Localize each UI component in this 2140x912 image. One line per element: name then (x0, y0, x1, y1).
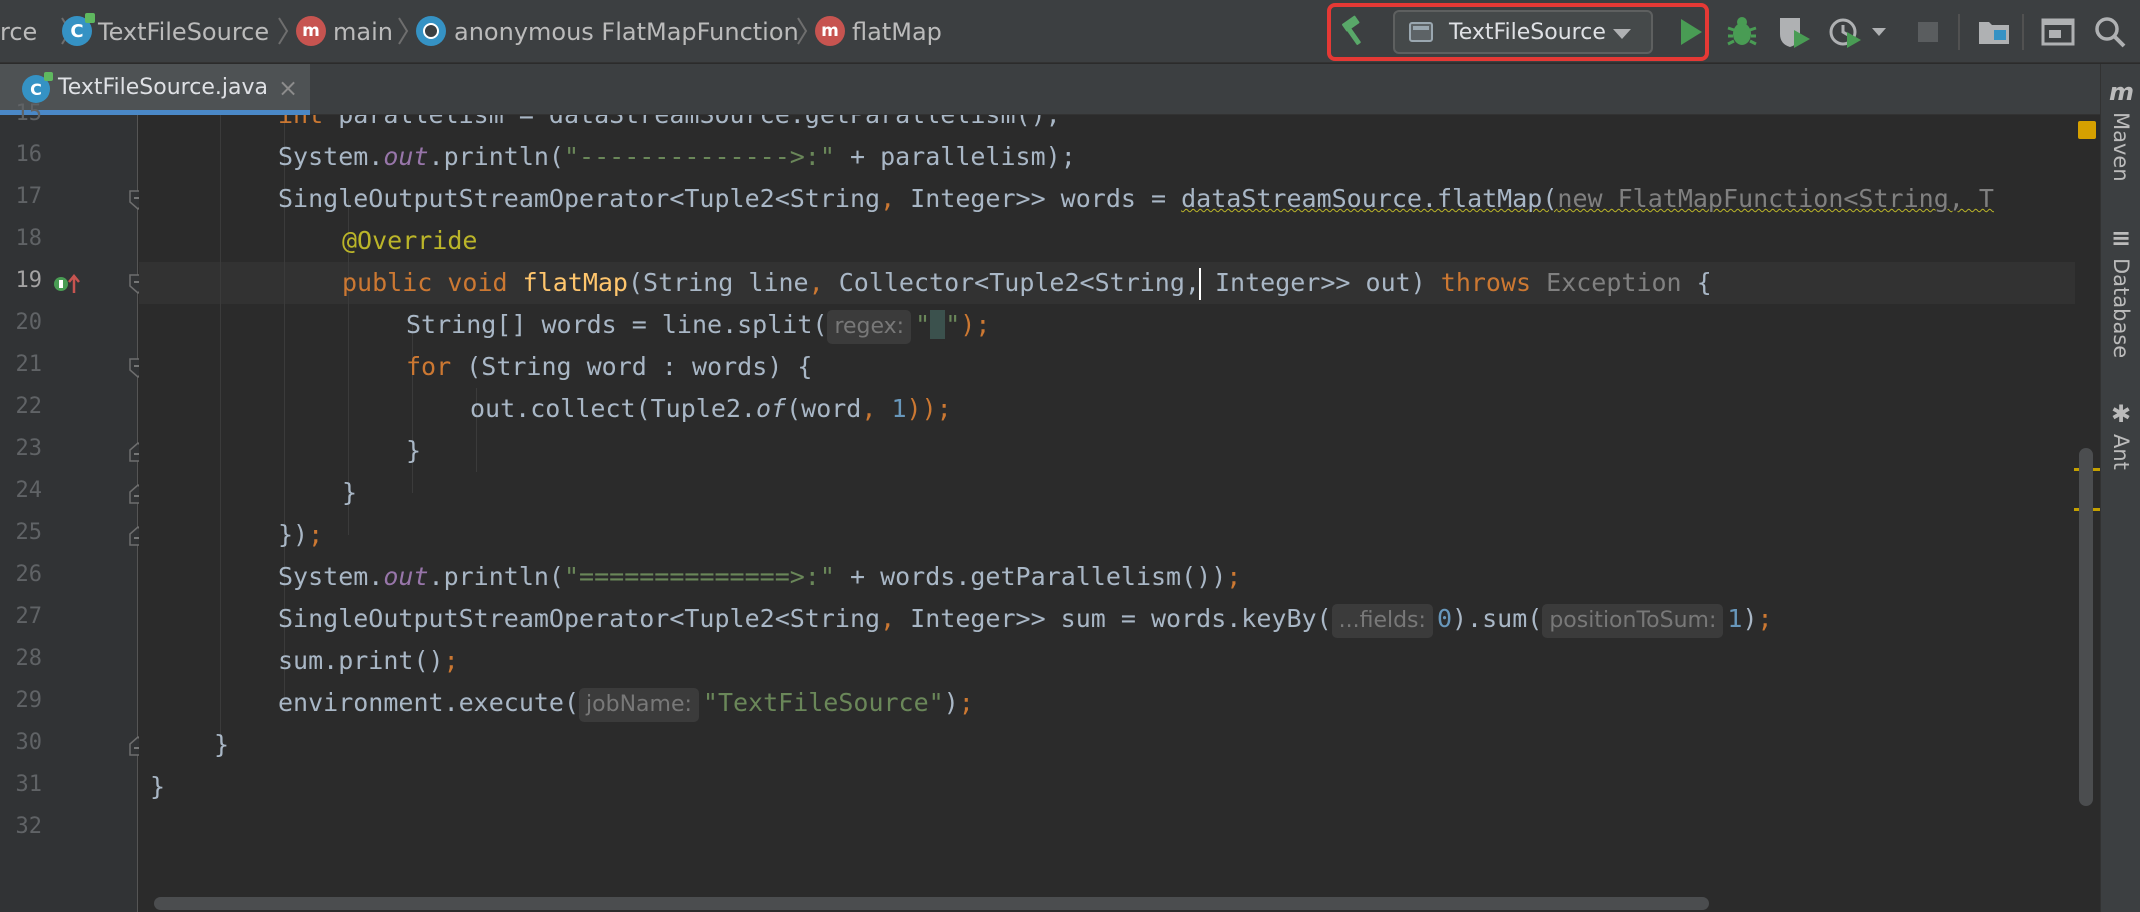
code-line-16: System.out.println("-------------->:" + … (278, 142, 1076, 171)
line-number: 26 (15, 562, 43, 587)
tab-label: TextFileSource.java (58, 75, 268, 100)
line-number: 23 (15, 436, 43, 461)
search-icon[interactable] (2092, 14, 2128, 50)
code-line-25: }); (278, 520, 324, 549)
code-line-22: out.collect(Tuple2.of(word, 1)); (470, 394, 952, 423)
chevron-right-icon (278, 17, 289, 45)
code-line-30: } (214, 730, 230, 759)
line-number: 24 (15, 478, 43, 503)
ant-icon: ✱ (2110, 400, 2132, 428)
breadcrumb-item-package[interactable]: rce (0, 0, 37, 63)
debug-icon[interactable] (1724, 14, 1760, 50)
breadcrumb-item-method-flatmap[interactable]: flatMap (852, 0, 942, 63)
horizontal-scrollbar-thumb[interactable] (154, 897, 1709, 910)
chevron-right-icon (398, 17, 409, 45)
line-number: 30 (15, 730, 43, 755)
code-line-29: environment.execute(jobName: "TextFileSou… (278, 682, 974, 724)
code-line-21: for (String word : words) { (406, 352, 813, 381)
right-tool-strip: m Maven ≡ Database ✱ Ant (2100, 64, 2140, 912)
profile-icon[interactable] (1828, 14, 1864, 50)
run-icon[interactable] (1672, 14, 1708, 50)
code-line-28: sum.print(); (278, 646, 459, 675)
parameter-hint: positionToSum: (1542, 604, 1724, 638)
line-number: 19 (15, 268, 43, 293)
code-line-24: } (342, 478, 358, 507)
coverage-icon[interactable] (1776, 14, 1812, 50)
code-line-19: public void flatMap(String line, Collect… (342, 262, 1712, 304)
parameter-hint: regex: (827, 310, 912, 344)
line-number: 20 (15, 310, 43, 335)
tool-window-label: Database (2109, 258, 2133, 359)
code-line-27: SingleOutputStreamOperator<Tuple2<String… (278, 598, 1773, 640)
parameter-hint: jobName: (579, 688, 699, 722)
code-editor[interactable]: int parallelism = dataStreamSource.getPa… (139, 115, 2075, 893)
implements-method-icon[interactable] (52, 271, 82, 297)
line-number: 27 (15, 604, 43, 629)
line-number: 16 (15, 142, 43, 167)
line-number: 21 (15, 352, 43, 377)
line-number: 31 (15, 772, 43, 797)
database-icon: ≡ (2110, 224, 2132, 252)
project-structure-icon[interactable] (1976, 14, 2012, 50)
run-configuration-select[interactable]: TextFileSource (1393, 10, 1653, 54)
tool-window-label: Maven (2109, 112, 2133, 182)
editor-tab-bar: C TextFileSource.java × (0, 64, 2100, 115)
vertical-scrollbar-thumb[interactable] (2079, 448, 2093, 806)
code-line-15: int parallelism = dataStreamSource.getPa… (278, 115, 1061, 136)
tab-textfilesource-java[interactable]: C TextFileSource.java × (0, 64, 310, 115)
toolbar-divider (1958, 14, 1960, 50)
stop-icon[interactable] (1910, 14, 1946, 50)
code-line-17: SingleOutputStreamOperator<Tuple2<String… (278, 184, 1994, 213)
line-number: 29 (15, 688, 43, 713)
code-line-26: System.out.println("==============>:" + … (278, 562, 1242, 591)
navigation-bar: rce C TextFileSource m main anonymous Fl… (0, 0, 2140, 63)
code-line-31: } (150, 772, 166, 801)
chevron-down-icon[interactable] (1870, 14, 1888, 50)
run-configuration-label: TextFileSource (1449, 20, 1606, 45)
line-number: 15 (15, 101, 43, 126)
breadcrumb-item-anonymous-class[interactable]: anonymous FlatMapFunction (454, 0, 799, 63)
class-icon: C (22, 72, 53, 103)
method-icon: m (296, 16, 326, 46)
application-config-icon (1409, 22, 1433, 42)
code-line-20: String[] words = line.split(regex: " "); (406, 304, 990, 346)
line-number: 32 (15, 814, 43, 839)
indent-guide (220, 115, 221, 745)
toolbar-divider (2022, 14, 2024, 50)
anonymous-class-icon (416, 16, 446, 46)
chevron-down-icon (1613, 29, 1631, 39)
breadcrumb-item-method-main[interactable]: main (333, 0, 393, 63)
tool-window-ant[interactable]: ✱ Ant (2101, 394, 2140, 524)
editor-gutter: 15 16 17 18 19 20 21 22 23 24 25 26 27 2… (0, 101, 187, 912)
ide-window: rce C TextFileSource m main anonymous Fl… (0, 0, 2140, 912)
code-line-23: } (406, 436, 422, 465)
code-line-18: @Override (342, 226, 478, 255)
line-number: 22 (15, 394, 43, 419)
line-number: 25 (15, 520, 43, 545)
class-icon: C (62, 13, 95, 46)
tool-window-label: Ant (2109, 434, 2133, 470)
breadcrumb-item-class[interactable]: TextFileSource (98, 0, 269, 63)
close-icon[interactable]: × (278, 74, 298, 102)
line-number: 28 (15, 646, 43, 671)
method-icon: m (815, 16, 845, 46)
tool-window-maven[interactable]: m Maven (2101, 72, 2140, 212)
parameter-hint: ...fields: (1331, 604, 1433, 638)
line-number: 17 (15, 184, 43, 209)
chevron-right-icon (797, 17, 808, 45)
build-hammer-icon[interactable] (1336, 14, 1372, 50)
line-number: 18 (15, 226, 43, 251)
maven-icon: m (2109, 78, 2135, 106)
warning-status-icon[interactable] (2078, 121, 2096, 139)
terminal-icon[interactable] (2040, 14, 2076, 50)
